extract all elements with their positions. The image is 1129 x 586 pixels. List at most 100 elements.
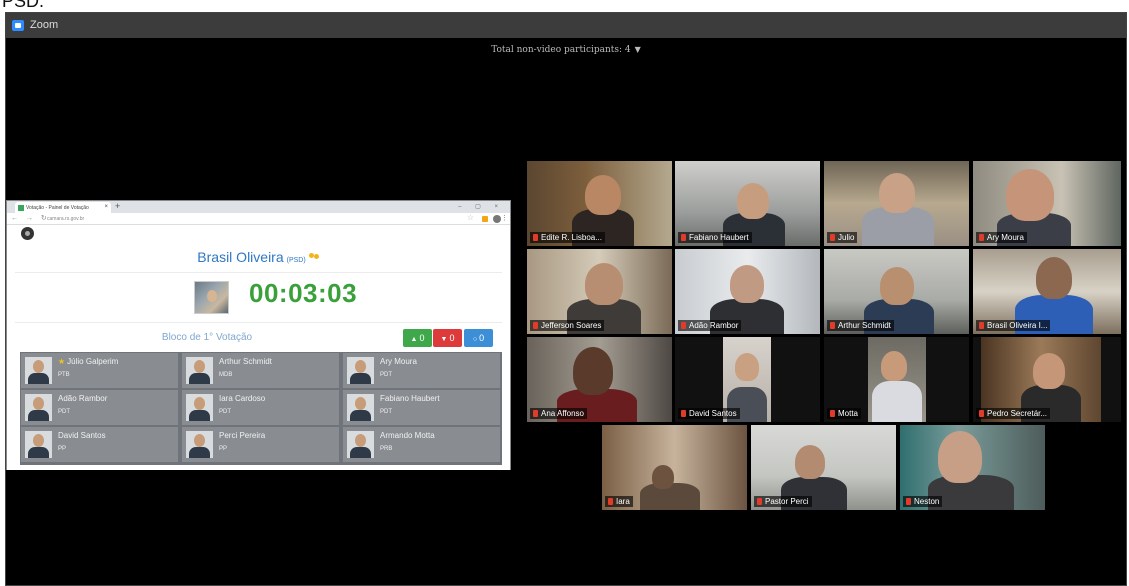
participant-label: Ary Moura xyxy=(976,232,1027,243)
mic-muted-icon xyxy=(681,322,686,329)
speaker-photo xyxy=(194,281,229,314)
councillor-party: PDT xyxy=(380,409,392,415)
video-tile[interactable]: Julio xyxy=(824,161,969,246)
zoom-logo-icon xyxy=(12,20,24,31)
divider xyxy=(15,272,502,273)
councillor-card[interactable]: Fabiano Haubert PDT xyxy=(343,390,500,425)
video-tile[interactable]: Neston xyxy=(900,425,1045,510)
shared-screen: Votação - Painel de Votação × + – ▢ × ← … xyxy=(6,200,511,470)
councillor-party: MDB xyxy=(219,372,233,378)
browser-tab[interactable]: Votação - Painel de Votação × xyxy=(15,202,111,213)
councillor-card[interactable]: Ary Moura PDT xyxy=(343,353,500,388)
mic-muted-icon xyxy=(533,410,538,417)
video-tile-active-speaker[interactable]: Brasil Oliveira I... xyxy=(973,249,1121,334)
url-field[interactable]: camara.rs.gov.br xyxy=(47,216,84,222)
councillor-name: ★ Júlio Galperim xyxy=(58,357,119,366)
close-tab-icon[interactable]: × xyxy=(104,204,108,210)
gear-icon[interactable] xyxy=(21,227,34,240)
councillor-name: Perci Pereira xyxy=(219,431,266,440)
video-tile[interactable]: Arthur Schmidt xyxy=(824,249,969,334)
video-tile[interactable]: David Santos xyxy=(675,337,820,422)
participant-label: Fabiano Haubert xyxy=(678,232,752,243)
councillor-photo xyxy=(25,357,52,384)
vote-abstain-badge: ○ 0 xyxy=(464,329,493,347)
councillor-photo xyxy=(25,394,52,421)
video-tile[interactable]: Ary Moura xyxy=(973,161,1121,246)
extension-icon[interactable] xyxy=(482,216,488,222)
councillor-photo xyxy=(186,357,213,384)
participant-label: Neston xyxy=(903,496,943,507)
video-tile[interactable]: Fabiano Haubert xyxy=(675,161,820,246)
mic-muted-icon xyxy=(830,234,835,241)
councillor-card[interactable]: Iara Cardoso PDT xyxy=(182,390,339,425)
participant-label: Jefferson Soares xyxy=(530,320,605,331)
mic-muted-icon xyxy=(681,234,686,241)
voting-panel: Brasil Oliveira (PSD) 00:03:03 Bloco de 1… xyxy=(7,226,510,470)
councillor-photo xyxy=(347,357,374,384)
councillor-party: PDT xyxy=(219,409,231,415)
councillor-name: Armando Motta xyxy=(380,431,435,440)
star-icon: ★ xyxy=(58,357,66,366)
councillor-name: Arthur Schmidt xyxy=(219,357,272,366)
participant-label: David Santos xyxy=(678,408,740,419)
window-controls[interactable]: – ▢ × xyxy=(458,203,504,210)
video-tile[interactable]: Pastor Perci xyxy=(751,425,896,510)
councillor-name: Adão Rambor xyxy=(58,394,108,403)
title-bar[interactable]: Zoom xyxy=(6,13,1126,38)
speech-timer: 00:03:03 xyxy=(249,278,358,308)
video-tile[interactable]: Motta xyxy=(824,337,969,422)
non-video-participants-toggle[interactable]: Total non-video participants: 4 ▼ xyxy=(6,45,1126,55)
mic-muted-icon xyxy=(979,234,984,241)
councillor-grid: ★ Júlio Galperim PTB Arthur Schmidt MDB A… xyxy=(20,352,502,465)
video-tile[interactable]: Edite R. Lisboa... xyxy=(527,161,672,246)
councillor-photo xyxy=(347,394,374,421)
councillor-photo xyxy=(186,394,213,421)
councillor-party: PDT xyxy=(380,372,392,378)
browser-tab-title: Votação - Painel de Votação xyxy=(26,205,89,211)
new-tab-button[interactable]: + xyxy=(115,201,120,211)
participant-label: Julio xyxy=(827,232,858,243)
participant-label: Pedro Secretár... xyxy=(976,408,1051,419)
people-icon xyxy=(308,253,320,262)
councillor-photo xyxy=(347,431,374,458)
participant-label: Ana Affonso xyxy=(530,408,587,419)
video-tile[interactable]: Jefferson Soares xyxy=(527,249,672,334)
mic-muted-icon xyxy=(608,498,613,505)
video-tile[interactable]: Iara xyxy=(602,425,747,510)
councillor-party: PDT xyxy=(58,409,70,415)
tab-favicon-icon xyxy=(18,205,24,211)
video-tile[interactable]: Pedro Secretár... xyxy=(973,337,1121,422)
councillor-photo xyxy=(186,431,213,458)
participant-label: Pastor Perci xyxy=(754,496,812,507)
councillor-card[interactable]: ★ Júlio Galperim PTB xyxy=(21,353,178,388)
speaker-party: (PSD) xyxy=(286,257,306,264)
participant-label: Arthur Schmidt xyxy=(827,320,894,331)
voting-block-label: Bloco de 1° Votação xyxy=(161,332,253,343)
chevron-down-icon: ▼ xyxy=(634,45,641,54)
underlying-page-text: PSD. xyxy=(2,0,45,11)
divider xyxy=(15,322,502,323)
councillor-card[interactable]: Adão Rambor PDT xyxy=(21,390,178,425)
circle-icon: ○ xyxy=(472,336,478,343)
councillor-card[interactable]: Arthur Schmidt MDB xyxy=(182,353,339,388)
zoom-window: Zoom Total non-video participants: 4 ▼ Vo… xyxy=(5,12,1127,586)
mic-muted-icon xyxy=(906,498,911,505)
video-tile[interactable]: Adão Rambor xyxy=(675,249,820,334)
councillor-name: Fabiano Haubert xyxy=(380,394,440,403)
councillor-card[interactable]: Armando Motta PRB xyxy=(343,427,500,462)
thumbs-up-icon: ▲ xyxy=(410,336,418,343)
vote-yes-count: 0 xyxy=(419,333,425,343)
mic-muted-icon xyxy=(830,322,835,329)
browser-nav-buttons[interactable]: ← → ↻ xyxy=(11,214,50,222)
councillor-card[interactable]: David Santos PP xyxy=(21,427,178,462)
window-title: Zoom xyxy=(30,19,59,31)
profile-avatar-icon[interactable] xyxy=(493,215,501,223)
browser-menu-icon[interactable]: ⋮ xyxy=(501,214,508,222)
participant-label: Adão Rambor xyxy=(678,320,742,331)
bookmark-star-icon[interactable]: ☆ xyxy=(467,213,474,222)
browser-address-bar: ← → ↻ camara.rs.gov.br ☆ ⋮ xyxy=(7,213,510,225)
speaker-name: Brasil Oliveira xyxy=(197,249,284,265)
councillor-card[interactable]: Perci Pereira PP xyxy=(182,427,339,462)
mic-muted-icon xyxy=(757,498,762,505)
video-tile[interactable]: Ana Affonso xyxy=(527,337,672,422)
